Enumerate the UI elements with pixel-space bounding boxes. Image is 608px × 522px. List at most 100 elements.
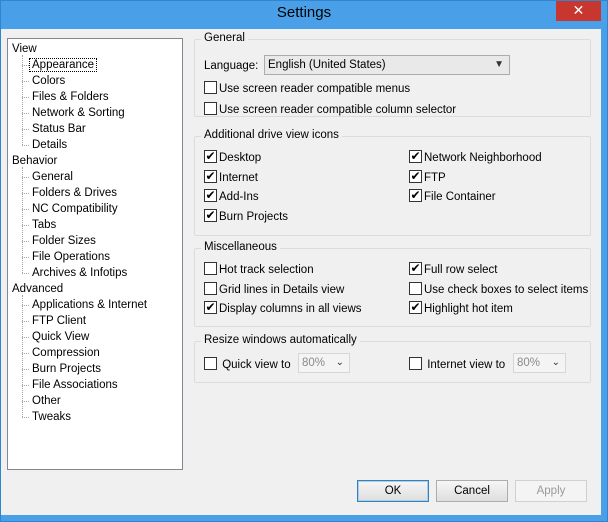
tree-item-ftp-client[interactable]: FTP Client (32, 313, 86, 329)
ftp-label: FTP (424, 171, 446, 184)
tree-item-other[interactable]: Other (32, 393, 61, 409)
general-group-title: General (201, 32, 248, 44)
chevron-down-icon: ⌄ (335, 357, 344, 368)
tree-connector (22, 241, 29, 242)
desktop-checkbox[interactable]: ✔ Desktop (204, 150, 261, 166)
tree-item-label: Archives & Infotips (32, 267, 128, 279)
tree-item-label: Status Bar (32, 123, 86, 135)
internet-view-checkbox[interactable]: Internet view to (409, 357, 506, 373)
tree-item-applications-internet[interactable]: Applications & Internet (32, 297, 147, 313)
tree-item-label: FTP Client (32, 315, 87, 327)
highlight-hot-item-checkbox[interactable]: ✔ Highlight hot item (409, 300, 513, 317)
tree-connector (22, 273, 29, 274)
screen-reader-column-checkbox[interactable]: Use screen reader compatible column sele… (204, 102, 457, 118)
checkmark-icon: ✔ (409, 261, 422, 276)
quick-view-label: Quick view to (222, 359, 291, 371)
tree-connector (22, 55, 23, 145)
checkmark-icon: ✔ (409, 168, 422, 183)
screen-reader-menus-label: Use screen reader compatible menus (219, 83, 411, 95)
network-neighborhood-checkbox[interactable]: ✔ Network Neighborhood (409, 149, 542, 166)
tree-item-archives-infotips[interactable]: Archives & Infotips (32, 265, 127, 281)
internet-checkbox[interactable]: ✔ Internet (204, 169, 258, 186)
tree-item-file-associations[interactable]: File Associations (32, 377, 118, 393)
grid-lines-label: Grid lines in Details view (219, 283, 345, 296)
checkbox-box (204, 281, 217, 295)
tree-item-label: File Operations (32, 251, 110, 263)
tree-item-label: Network & Sorting (32, 107, 125, 119)
tree-item-view[interactable]: View (12, 41, 37, 57)
grid-lines-checkbox[interactable]: Grid lines in Details view (204, 281, 345, 298)
cancel-button[interactable]: Cancel (436, 480, 508, 502)
tree-item-label: Compression (32, 347, 100, 359)
add-ins-checkbox[interactable]: ✔ Add-Ins (204, 189, 259, 205)
tree-item-label: Folder Sizes (32, 235, 96, 247)
checkbox-box (204, 357, 217, 371)
tree-item-behavior[interactable]: Behavior (12, 153, 57, 169)
display-columns-checkbox[interactable]: ✔ Display columns in all views (204, 300, 362, 317)
tree-connector (22, 305, 29, 306)
misc-group: Miscellaneous Hot track selection Grid li… (194, 241, 591, 327)
highlight-hot-item-label: Highlight hot item (424, 303, 513, 315)
checkmark-icon: ✔ (204, 207, 217, 222)
tree-item-appearance[interactable]: Appearance (29, 57, 98, 73)
tree-item-label: Folders & Drives (32, 187, 117, 199)
tree-item-folder-sizes[interactable]: Folder Sizes (32, 233, 96, 249)
checkmark-icon: ✔ (204, 300, 217, 315)
tree-item-tabs[interactable]: Tabs (32, 217, 56, 233)
tree-item-burn-projects[interactable]: Burn Projects (32, 361, 101, 377)
screen-reader-column-label: Use screen reader compatible column sele… (219, 104, 457, 116)
full-row-select-checkbox[interactable]: ✔ Full row select (409, 261, 498, 278)
check-boxes-select-checkbox[interactable]: Use check boxes to select items (409, 281, 588, 298)
tree-item-advanced[interactable]: Advanced (12, 281, 63, 297)
internet-label: Internet (219, 171, 258, 184)
tree-item-file-operations[interactable]: File Operations (32, 249, 110, 265)
tree-item-label: Behavior (12, 155, 58, 167)
quick-view-zoom-dropdown[interactable]: 80% ⌄ (298, 353, 350, 373)
tree-item-colors[interactable]: Colors (32, 73, 65, 89)
tree-item-status-bar[interactable]: Status Bar (32, 121, 86, 137)
tree-item-network-sorting[interactable]: Network & Sorting (32, 105, 125, 121)
tree-item-label: Details (32, 139, 68, 151)
checkmark-icon: ✔ (409, 300, 422, 315)
tree-connector (22, 81, 29, 82)
tree-item-details[interactable]: Details (32, 137, 67, 153)
language-label: Language: (204, 60, 259, 72)
tree-item-compression[interactable]: Compression (32, 345, 100, 361)
tree-item-label: Files & Folders (32, 91, 109, 103)
checkmark-icon: ✔ (409, 149, 422, 164)
file-container-checkbox[interactable]: ✔ File Container (409, 188, 496, 205)
hot-track-checkbox[interactable]: Hot track selection (204, 262, 314, 278)
tree-connector (22, 337, 29, 338)
ftp-checkbox[interactable]: ✔ FTP (409, 168, 446, 186)
tree-item-files-folders[interactable]: Files & Folders (32, 89, 109, 105)
tree-item-label: Burn Projects (32, 363, 102, 375)
tree-item-general[interactable]: General (32, 169, 73, 185)
title-bar[interactable]: Settings (1, 1, 607, 28)
tree-connector (22, 353, 29, 354)
burn-projects-checkbox[interactable]: ✔ Burn Projects (204, 207, 288, 225)
checkmark-icon: ✔ (409, 188, 422, 203)
quick-view-zoom-value: 80% (302, 357, 326, 369)
tree-item-label: Tweaks (32, 411, 71, 423)
internet-view-zoom-value: 80% (517, 357, 541, 369)
settings-tree[interactable]: View Appearance Colors Files & Folders Netwo… (7, 38, 183, 470)
tree-item-folders-drives[interactable]: Folders & Drives (32, 185, 117, 201)
internet-view-label: Internet view to (427, 359, 506, 371)
display-columns-label: Display columns in all views (219, 303, 362, 315)
close-icon: ✕ (572, 2, 585, 18)
internet-view-zoom-dropdown[interactable]: 80% ⌄ (513, 353, 566, 373)
tree-item-nc-compatibility[interactable]: NC Compatibility (32, 201, 118, 217)
screen-reader-menus-checkbox[interactable]: Use screen reader compatible menus (204, 81, 411, 97)
ok-button[interactable]: OK (357, 480, 429, 502)
apply-button[interactable]: Apply (515, 480, 587, 502)
tree-connector (22, 65, 29, 66)
add-ins-label: Add-Ins (219, 191, 259, 203)
tree-connector (22, 295, 23, 417)
tree-item-tweaks[interactable]: Tweaks (32, 409, 71, 425)
language-dropdown[interactable]: English (United States) ▼ (264, 55, 510, 75)
tree-item-quick-view[interactable]: Quick View (32, 329, 89, 345)
file-container-label: File Container (424, 191, 496, 203)
quick-view-checkbox[interactable]: Quick view to (204, 357, 291, 373)
close-button[interactable]: ✕ (556, 1, 601, 21)
tree-connector (22, 193, 29, 194)
